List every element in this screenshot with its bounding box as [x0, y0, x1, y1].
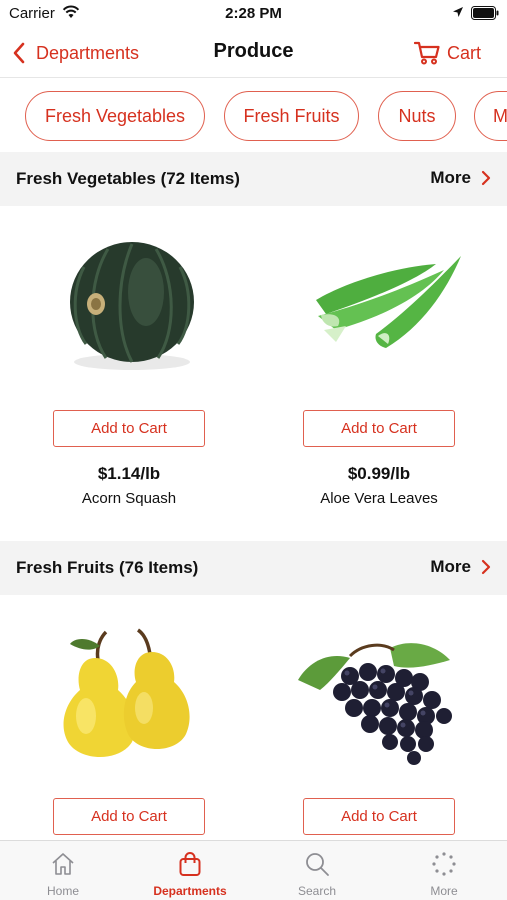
tab-label: Departments: [153, 884, 227, 898]
cart-button[interactable]: Cart: [413, 38, 481, 68]
cart-icon: [413, 41, 440, 65]
more-label: More: [430, 557, 471, 576]
status-time: 2:28 PM: [225, 5, 282, 22]
product-name: Acorn Squash: [81, 490, 177, 507]
section-header-vegetables: Fresh Vegetables (72 Items) More: [0, 152, 507, 206]
section-title: Fresh Vegetables (72 Items): [16, 169, 240, 188]
tab-label: More: [430, 884, 458, 898]
product-name: Aloe Vera Leaves: [320, 490, 438, 507]
product-price: $0.99/lb: [347, 464, 411, 483]
chip-fresh-fruits[interactable]: Fresh Fruits: [224, 91, 359, 141]
more-dots-icon: [432, 852, 456, 876]
more-label: More: [430, 168, 471, 187]
add-to-cart-button[interactable]: Add to Cart: [53, 798, 205, 835]
tab-label: Search: [297, 884, 337, 898]
tab-bar: Home Departments Search More: [0, 840, 507, 900]
tab-departments[interactable]: Departments: [127, 841, 253, 900]
status-bar: Carrier 2:28 PM: [0, 0, 507, 28]
battery-icon: [471, 6, 499, 20]
tab-home[interactable]: Home: [0, 841, 126, 900]
home-icon: [52, 853, 74, 875]
chip-nuts[interactable]: Nuts: [378, 91, 456, 141]
location-arrow-icon: [453, 7, 463, 17]
section-title: Fresh Fruits (76 Items): [16, 558, 199, 577]
shopping-bag-icon: [179, 852, 201, 876]
navigation-bar: Departments Produce Cart: [0, 28, 507, 78]
tab-more[interactable]: More: [381, 841, 507, 900]
chevron-right-icon: [481, 559, 491, 575]
acorn-squash-image[interactable]: [46, 222, 216, 382]
category-chips: Fresh Vegetables Fresh Fruits Nuts M: [0, 80, 507, 152]
back-button[interactable]: Departments: [12, 38, 139, 68]
search-icon: [306, 853, 329, 876]
product-price: $1.14/lb: [97, 464, 161, 483]
add-to-cart-button[interactable]: Add to Cart: [303, 410, 455, 447]
more-fruits-link[interactable]: More: [430, 557, 491, 577]
back-button-label: Departments: [36, 42, 140, 63]
chevron-left-icon: [13, 42, 25, 64]
chevron-right-icon: [481, 170, 491, 186]
chip-partial[interactable]: M: [474, 91, 507, 141]
cart-button-label: Cart: [446, 42, 481, 63]
add-to-cart-button[interactable]: Add to Cart: [303, 798, 455, 835]
add-to-cart-button[interactable]: Add to Cart: [53, 410, 205, 447]
section-header-fruits: Fresh Fruits (76 Items) More: [0, 541, 507, 595]
tab-label: Home: [46, 884, 79, 898]
pears-image[interactable]: [40, 620, 210, 780]
grapes-image[interactable]: [290, 620, 460, 780]
aloe-vera-image[interactable]: [296, 222, 466, 382]
tab-search[interactable]: Search: [254, 841, 380, 900]
more-vegetables-link[interactable]: More: [430, 168, 491, 188]
chip-fresh-vegetables[interactable]: Fresh Vegetables: [25, 91, 205, 141]
